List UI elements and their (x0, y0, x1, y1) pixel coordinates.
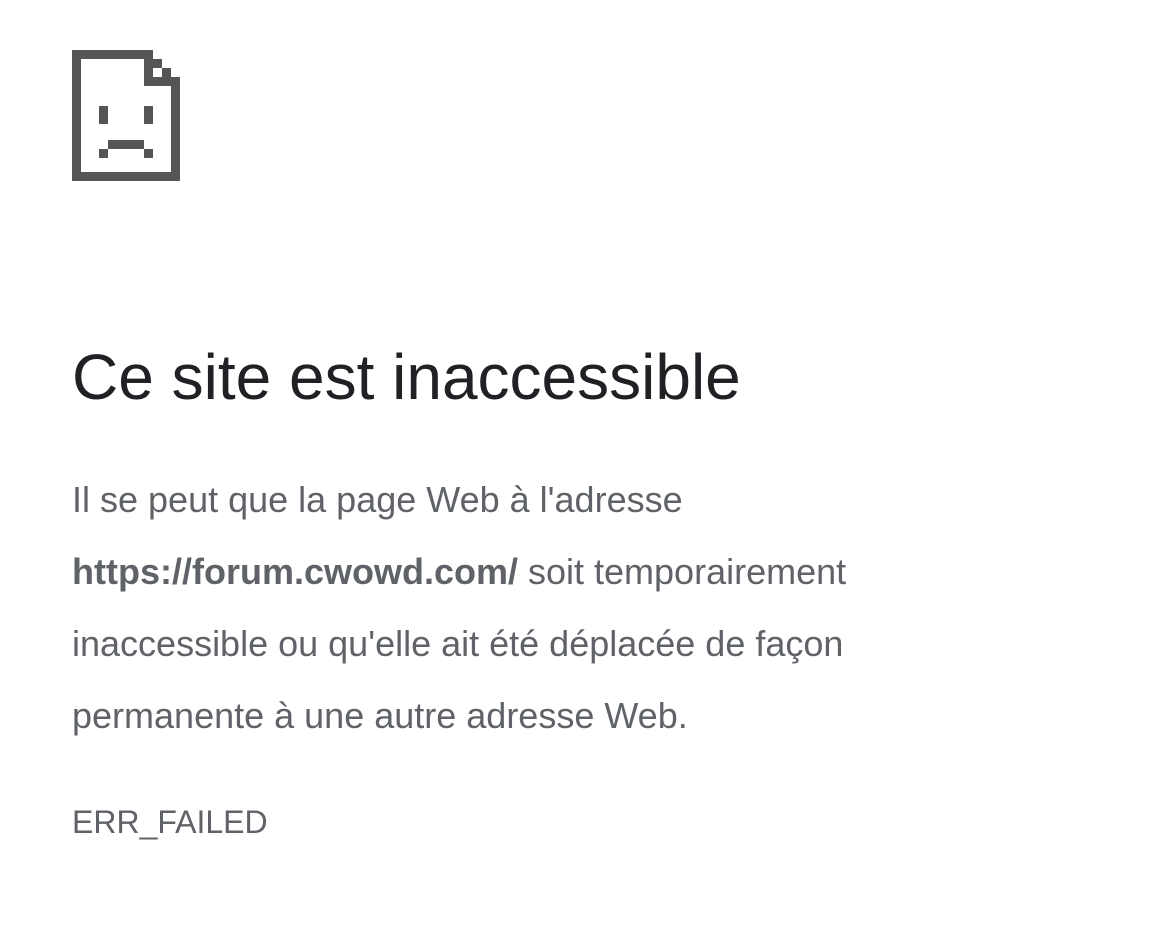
sad-page-icon (72, 50, 180, 181)
summary-line-2-rest: soit temporairement (518, 551, 847, 592)
summary-line-4: permanente à une autre adresse Web. (72, 695, 688, 736)
error-summary: Il se peut que la page Web à l'adresse h… (72, 464, 1032, 752)
failed-url: https://forum.cwowd.com/ (72, 551, 518, 592)
summary-line-1: Il se peut que la page Web à l'adresse (72, 479, 683, 520)
summary-line-2: https://forum.cwowd.com/ soit temporaire… (72, 536, 1032, 608)
error-code: ERR_FAILED (72, 804, 268, 840)
page-title: Ce site est inaccessible (72, 341, 741, 413)
summary-line-3: inaccessible ou qu'elle ait été déplacée… (72, 623, 844, 664)
